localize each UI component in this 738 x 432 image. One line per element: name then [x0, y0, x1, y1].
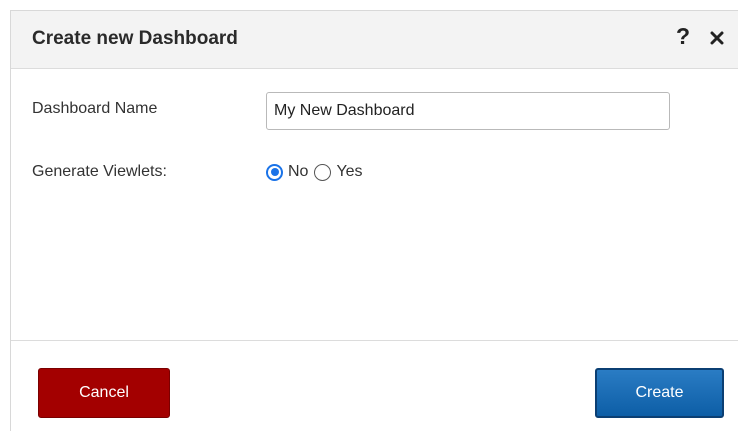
dialog-body: Dashboard Name Generate Viewlets: No Yes: [11, 69, 738, 341]
viewlets-no-label[interactable]: No: [288, 163, 308, 181]
viewlets-yes-radio[interactable]: [314, 163, 332, 181]
close-icon[interactable]: [710, 31, 724, 45]
generate-viewlets-radio-group: No Yes: [266, 163, 369, 181]
dialog-title: Create new Dashboard: [32, 28, 238, 49]
create-button[interactable]: Create: [595, 368, 724, 418]
dialog-footer: Cancel Create: [11, 341, 738, 432]
help-icon[interactable]: ?: [676, 25, 690, 48]
dashboard-name-label: Dashboard Name: [32, 100, 158, 117]
dashboard-name-input[interactable]: [266, 92, 670, 130]
cancel-button[interactable]: Cancel: [38, 368, 170, 418]
viewlets-no-radio[interactable]: [266, 163, 283, 181]
create-dashboard-dialog: Create new Dashboard ? Dashboard Name Ge…: [10, 10, 738, 431]
viewlets-yes-label[interactable]: Yes: [336, 163, 362, 181]
dialog-header: Create new Dashboard ?: [11, 11, 738, 69]
generate-viewlets-label: Generate Viewlets:: [32, 163, 167, 180]
